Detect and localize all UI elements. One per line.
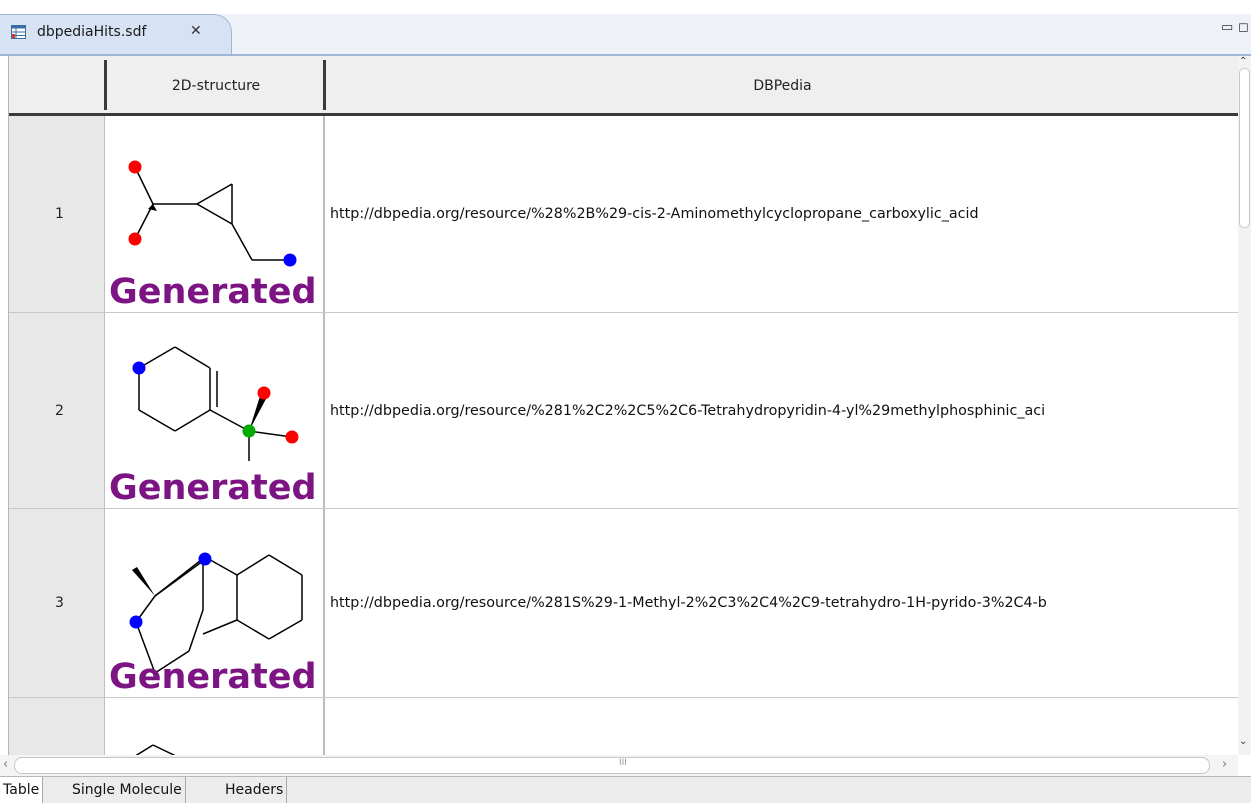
horizontal-scrollbar[interactable]: ‹ III › xyxy=(0,755,1238,776)
structure-cell: Generated xyxy=(105,313,325,508)
row-index-cell: 1 xyxy=(9,116,105,312)
header-dbpedia[interactable]: DBPedia xyxy=(326,56,1239,113)
vertical-scroll-thumb[interactable] xyxy=(1239,68,1250,228)
dbpedia-url: http://dbpedia.org/resource/%28%2B%29-ci… xyxy=(330,206,979,222)
dbpedia-url: http://dbpedia.org/resource/%281%2C2%2C5… xyxy=(330,402,1046,419)
structure-cell: Generated xyxy=(105,116,325,312)
vertical-scrollbar[interactable]: ⌃ ⌄ xyxy=(1238,56,1251,755)
scroll-right-icon[interactable]: › xyxy=(1222,757,1227,772)
generated-label: Generated xyxy=(109,272,317,312)
page-tabs: Table Single Molecule Headers xyxy=(0,776,1251,803)
table-row[interactable]: 1 Generated http://dbpedia.org/resource/… xyxy=(9,116,1239,313)
dbpedia-url-cell[interactable]: http://dbpedia.org/resource/%28%2B%29-ci… xyxy=(328,116,1238,312)
scroll-left-icon[interactable]: ‹ xyxy=(3,757,8,772)
row-index: 3 xyxy=(55,595,64,611)
maximize-icon[interactable]: ◻ xyxy=(1238,20,1249,35)
molecule-table[interactable]: 2D-structure DBPedia 1 Generated http://… xyxy=(8,56,1239,755)
editor-tab-title: dbpediaHits.sdf xyxy=(37,24,147,40)
editor-tab-bar: dbpediaHits.sdf ✕ ▭ ◻ xyxy=(0,0,1251,56)
row-index-cell: 3 xyxy=(9,509,105,697)
tab-single-molecule[interactable]: Single Molecule xyxy=(69,777,186,803)
header-2d-structure[interactable]: 2D-structure xyxy=(107,56,325,113)
scroll-down-icon[interactable]: ⌄ xyxy=(1239,736,1247,747)
row-index-cell xyxy=(9,698,105,755)
tab-table[interactable]: Table xyxy=(0,777,44,803)
tab-headers[interactable]: Headers xyxy=(222,777,288,803)
row-index-cell: 2 xyxy=(9,313,105,508)
table-row[interactable]: 3 Generated http://dbpedia.org/resource/… xyxy=(9,509,1239,698)
dbpedia-url: http://dbpedia.org/resource/%281S%29-1-M… xyxy=(330,595,1047,611)
horizontal-scroll-thumb[interactable] xyxy=(14,757,1210,774)
scroll-up-icon[interactable]: ⌃ xyxy=(1239,56,1247,67)
table-file-icon xyxy=(11,25,26,39)
close-icon[interactable]: ✕ xyxy=(190,23,202,39)
row-index: 1 xyxy=(55,206,64,222)
table-row[interactable] xyxy=(9,698,1239,755)
table-header: 2D-structure DBPedia xyxy=(9,56,1239,116)
table-row[interactable]: 2 Generated http://dbpedia.org/resource/… xyxy=(9,313,1239,509)
structure-cell: Generated xyxy=(105,509,325,697)
generated-label: Generated xyxy=(109,468,317,508)
generated-label: Generated xyxy=(109,657,317,697)
dbpedia-url-cell[interactable]: http://dbpedia.org/resource/%281%2C2%2C5… xyxy=(328,313,1238,508)
dbpedia-url-cell[interactable]: http://dbpedia.org/resource/%281S%29-1-M… xyxy=(328,509,1238,697)
row-index: 2 xyxy=(55,402,64,419)
header-index[interactable] xyxy=(9,56,105,113)
molecule-structure-4 xyxy=(135,744,176,755)
structure-cell xyxy=(105,698,325,755)
minimize-icon[interactable]: ▭ xyxy=(1221,20,1233,35)
dbpedia-url-cell[interactable] xyxy=(328,698,1238,755)
scroll-grip-icon: III xyxy=(619,758,627,768)
